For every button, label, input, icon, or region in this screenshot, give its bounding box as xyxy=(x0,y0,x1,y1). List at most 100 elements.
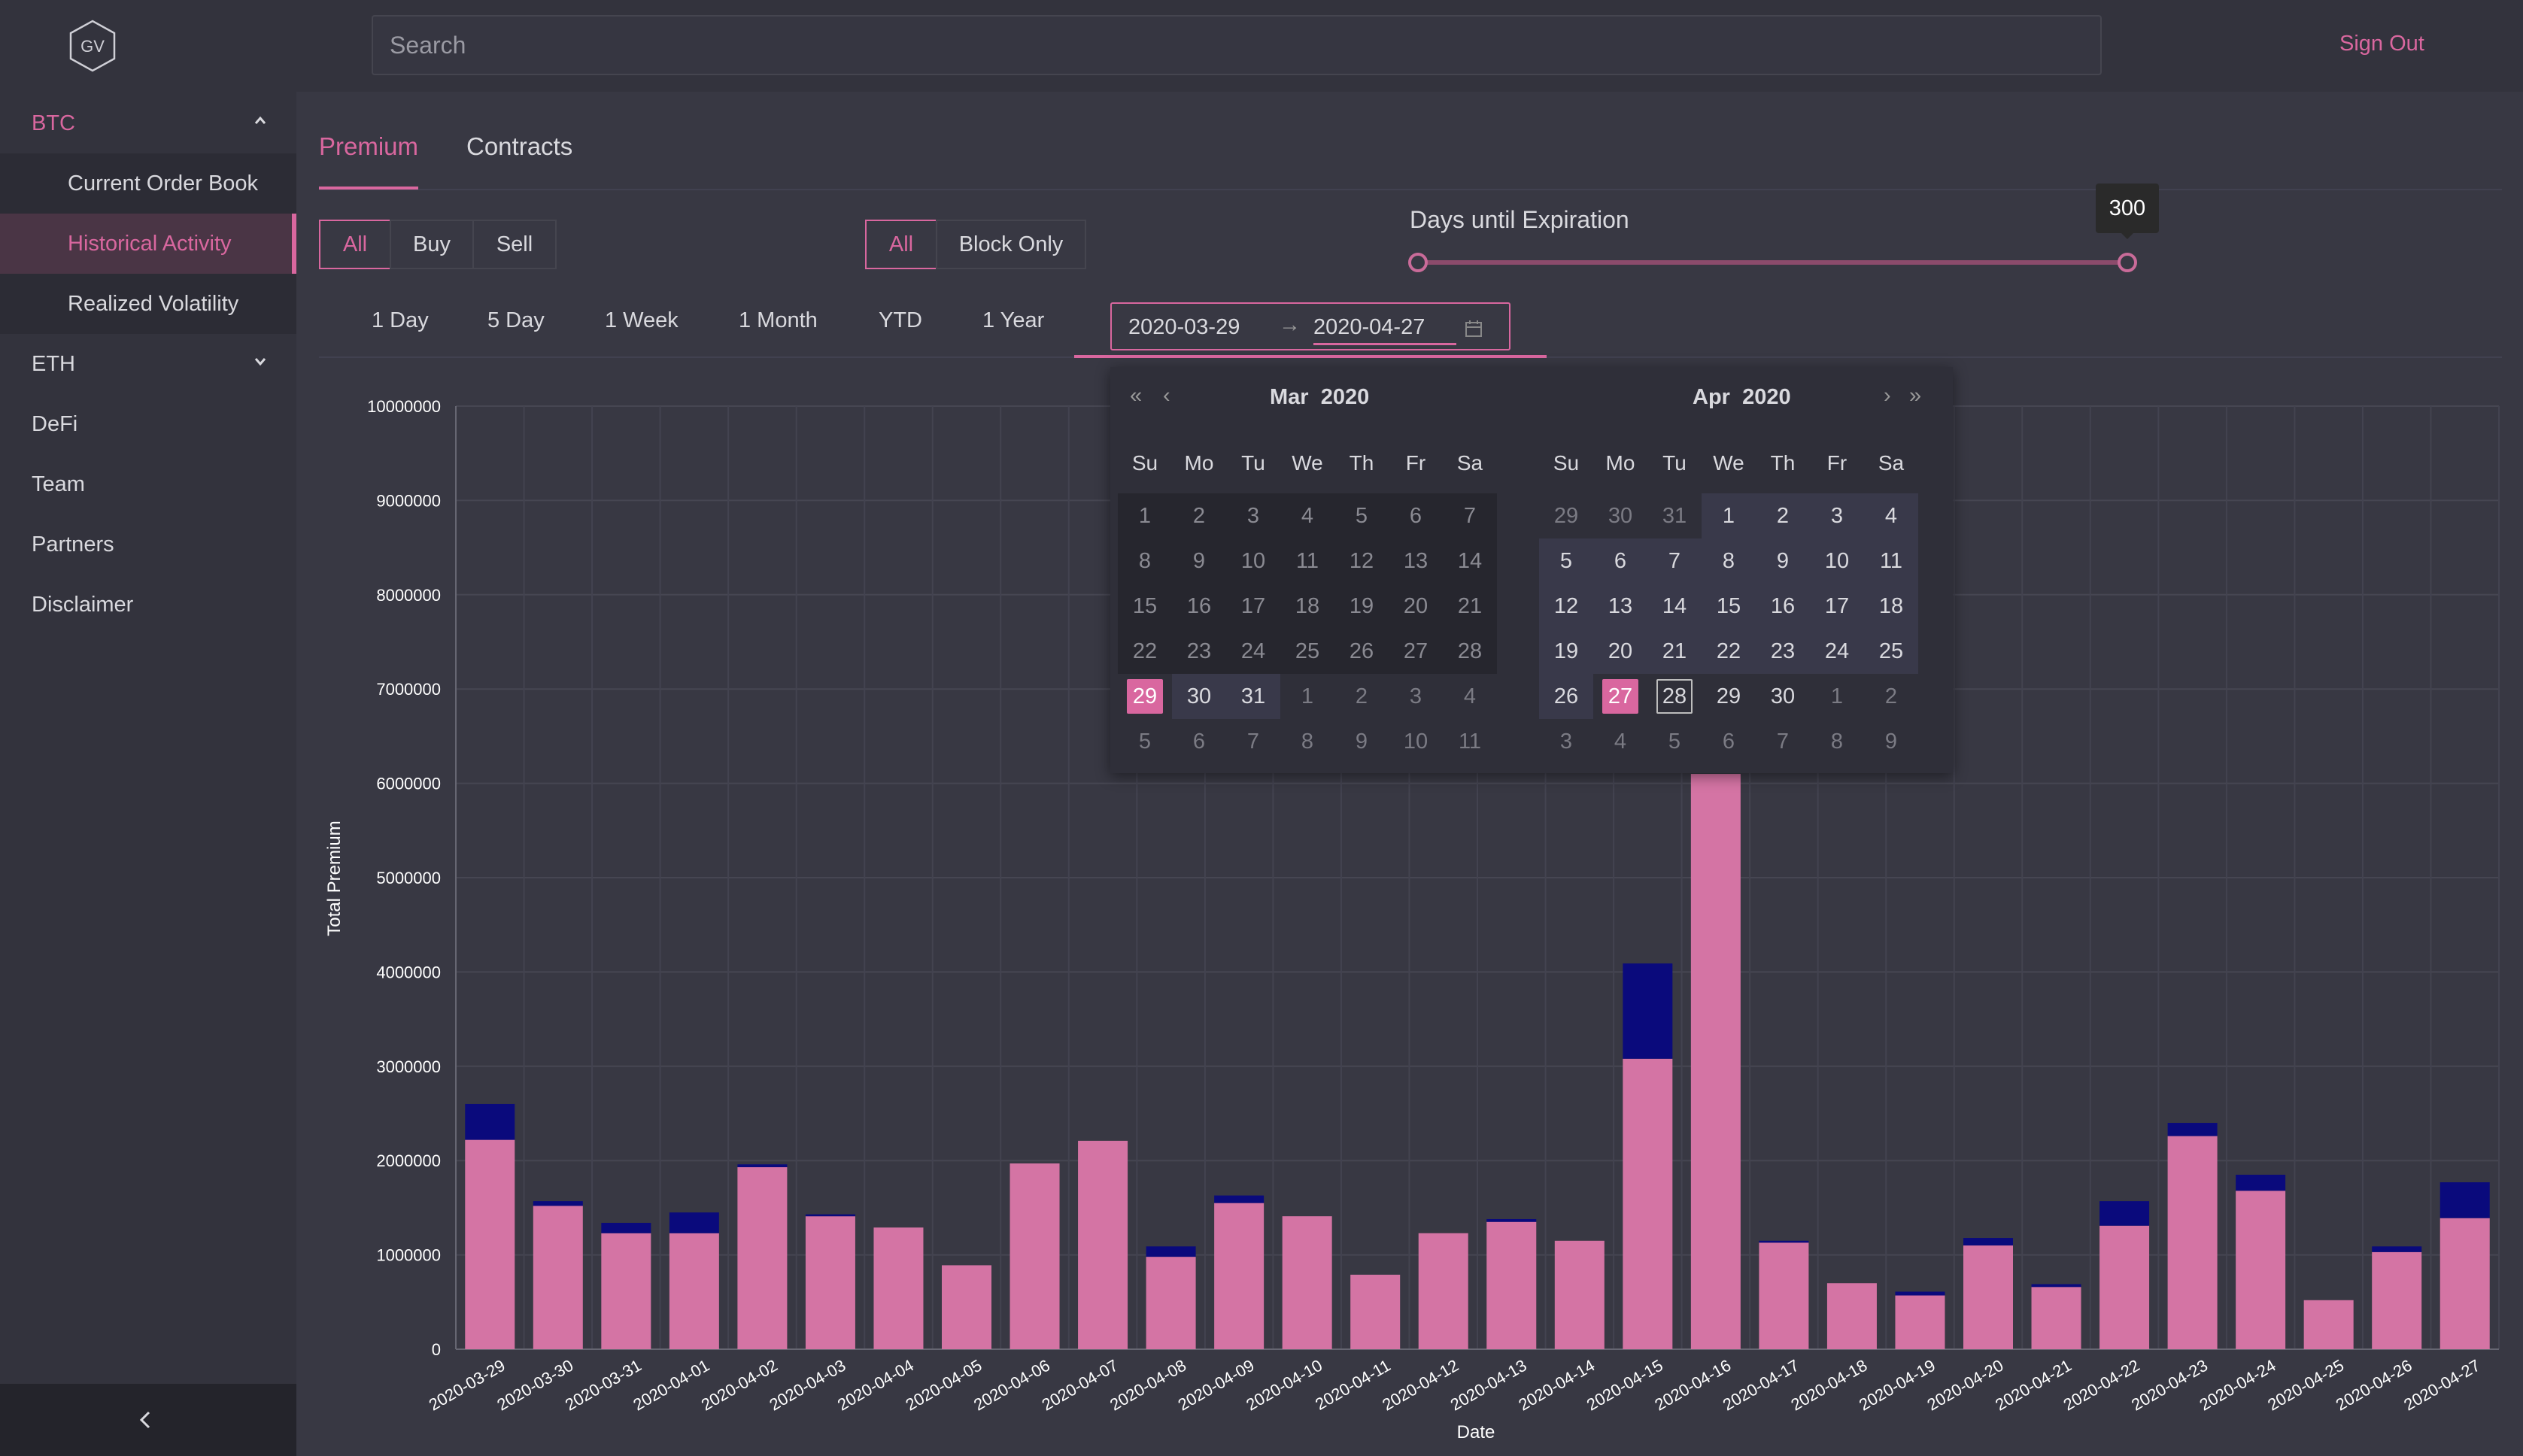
calendar-day[interactable]: 16 xyxy=(1172,584,1226,629)
bar-premium-secondary xyxy=(1486,1218,1537,1222)
calendar-day[interactable]: 4 xyxy=(1593,719,1647,764)
bar-premium xyxy=(2167,1136,2218,1349)
calendar-day[interactable]: 6 xyxy=(1172,719,1226,764)
calendar-day[interactable]: 28 xyxy=(1647,674,1702,719)
calendar-day[interactable]: 3 xyxy=(1226,493,1280,538)
calendar-day[interactable]: 6 xyxy=(1702,719,1756,764)
calendar-day[interactable]: 4 xyxy=(1280,493,1334,538)
calendar-day[interactable]: 1 xyxy=(1702,493,1756,538)
calendar-day[interactable]: 24 xyxy=(1810,629,1864,674)
calendar-day[interactable]: 9 xyxy=(1864,719,1918,764)
calendar-day[interactable]: 10 xyxy=(1810,538,1864,584)
calendar-day[interactable]: 8 xyxy=(1810,719,1864,764)
calendar-day[interactable]: 9 xyxy=(1172,538,1226,584)
calendar-day[interactable]: 7 xyxy=(1647,538,1702,584)
calendar-day[interactable]: 27 xyxy=(1593,674,1647,719)
date-range-picker[interactable]: 2020-03-29 → 2020-04-27 xyxy=(1110,302,1510,350)
calendar-day[interactable]: 9 xyxy=(1756,538,1810,584)
calendar-day[interactable]: 30 xyxy=(1756,674,1810,719)
calendar-day[interactable]: 2 xyxy=(1172,493,1226,538)
calendar-day[interactable]: 22 xyxy=(1702,629,1756,674)
calendar-day[interactable]: 17 xyxy=(1226,584,1280,629)
calendar-day[interactable]: 30 xyxy=(1172,674,1226,719)
calendar-day[interactable]: 1 xyxy=(1810,674,1864,719)
calendar-day[interactable]: 7 xyxy=(1443,493,1497,538)
calendar-day[interactable]: 17 xyxy=(1810,584,1864,629)
x-tick-label: 2020-04-17 xyxy=(1720,1356,1802,1415)
calendar-day[interactable]: 29 xyxy=(1539,493,1593,538)
next-year-icon[interactable]: » xyxy=(1909,384,1921,408)
prev-year-icon[interactable]: « xyxy=(1130,384,1142,408)
calendar-day[interactable]: 25 xyxy=(1864,629,1918,674)
calendar-day[interactable]: 5 xyxy=(1118,719,1172,764)
calendar-day[interactable]: 10 xyxy=(1389,719,1443,764)
calendar-day[interactable]: 15 xyxy=(1702,584,1756,629)
calendar-day[interactable]: 28 xyxy=(1443,629,1497,674)
calendar-day[interactable]: 6 xyxy=(1593,538,1647,584)
calendar-day[interactable]: 26 xyxy=(1334,629,1389,674)
calendar-day[interactable]: 14 xyxy=(1647,584,1702,629)
calendar-day[interactable]: 2 xyxy=(1334,674,1389,719)
calendar-day[interactable]: 29 xyxy=(1118,674,1172,719)
calendar-day[interactable]: 27 xyxy=(1389,629,1443,674)
calendar-day[interactable]: 5 xyxy=(1334,493,1389,538)
calendar-day[interactable]: 8 xyxy=(1118,538,1172,584)
right-calendar-month[interactable]: Apr 2020 xyxy=(1693,385,1791,410)
prev-month-icon[interactable]: ‹ xyxy=(1163,384,1170,408)
y-tick-label: 9000000 xyxy=(376,491,441,510)
calendar-day[interactable]: 4 xyxy=(1864,493,1918,538)
calendar-day[interactable]: 11 xyxy=(1280,538,1334,584)
calendar-day[interactable]: 18 xyxy=(1864,584,1918,629)
calendar-day[interactable]: 3 xyxy=(1539,719,1593,764)
calendar-day[interactable]: 20 xyxy=(1593,629,1647,674)
calendar-day[interactable]: 13 xyxy=(1389,538,1443,584)
calendar-day[interactable]: 14 xyxy=(1443,538,1497,584)
calendar-day[interactable]: 10 xyxy=(1226,538,1280,584)
calendar-day[interactable]: 6 xyxy=(1389,493,1443,538)
calendar-day[interactable]: 16 xyxy=(1756,584,1810,629)
calendar-day[interactable]: 20 xyxy=(1389,584,1443,629)
calendar-day[interactable]: 3 xyxy=(1389,674,1443,719)
calendar-day[interactable]: 18 xyxy=(1280,584,1334,629)
calendar-day[interactable]: 1 xyxy=(1280,674,1334,719)
x-tick-label: 2020-04-25 xyxy=(2264,1356,2347,1415)
left-calendar-month[interactable]: Mar 2020 xyxy=(1270,385,1369,410)
end-date-input[interactable]: 2020-04-27 xyxy=(1313,315,1425,340)
calendar-day[interactable]: 1 xyxy=(1118,493,1172,538)
calendar-day[interactable]: 21 xyxy=(1443,584,1497,629)
calendar-day[interactable]: 8 xyxy=(1702,538,1756,584)
calendar-day[interactable]: 31 xyxy=(1647,493,1702,538)
calendar-day[interactable]: 11 xyxy=(1864,538,1918,584)
calendar-day[interactable]: 7 xyxy=(1226,719,1280,764)
calendar-day[interactable]: 31 xyxy=(1226,674,1280,719)
calendar-day[interactable]: 11 xyxy=(1443,719,1497,764)
start-date-input[interactable]: 2020-03-29 xyxy=(1128,315,1240,340)
calendar-day[interactable]: 23 xyxy=(1172,629,1226,674)
calendar-day[interactable]: 5 xyxy=(1539,538,1593,584)
calendar-day[interactable]: 25 xyxy=(1280,629,1334,674)
calendar-day[interactable]: 13 xyxy=(1593,584,1647,629)
calendar-day[interactable]: 3 xyxy=(1810,493,1864,538)
calendar-day[interactable]: 2 xyxy=(1756,493,1810,538)
calendar-day[interactable]: 12 xyxy=(1334,538,1389,584)
calendar-day[interactable]: 19 xyxy=(1334,584,1389,629)
calendar-day[interactable]: 12 xyxy=(1539,584,1593,629)
calendar-day[interactable]: 29 xyxy=(1702,674,1756,719)
calendar-day[interactable]: 24 xyxy=(1226,629,1280,674)
calendar-day[interactable]: 26 xyxy=(1539,674,1593,719)
next-month-icon[interactable]: › xyxy=(1884,384,1891,408)
calendar-day[interactable]: 5 xyxy=(1647,719,1702,764)
calendar-day[interactable]: 19 xyxy=(1539,629,1593,674)
calendar-day[interactable]: 8 xyxy=(1280,719,1334,764)
calendar-day[interactable]: 4 xyxy=(1443,674,1497,719)
y-tick-label: 4000000 xyxy=(376,963,441,981)
calendar-day[interactable]: 23 xyxy=(1756,629,1810,674)
calendar-day[interactable]: 7 xyxy=(1756,719,1810,764)
calendar-day[interactable]: 9 xyxy=(1334,719,1389,764)
calendar-day[interactable]: 30 xyxy=(1593,493,1647,538)
bar-premium xyxy=(1623,1058,1673,1349)
calendar-day[interactable]: 21 xyxy=(1647,629,1702,674)
calendar-day[interactable]: 15 xyxy=(1118,584,1172,629)
calendar-day[interactable]: 2 xyxy=(1864,674,1918,719)
calendar-day[interactable]: 22 xyxy=(1118,629,1172,674)
